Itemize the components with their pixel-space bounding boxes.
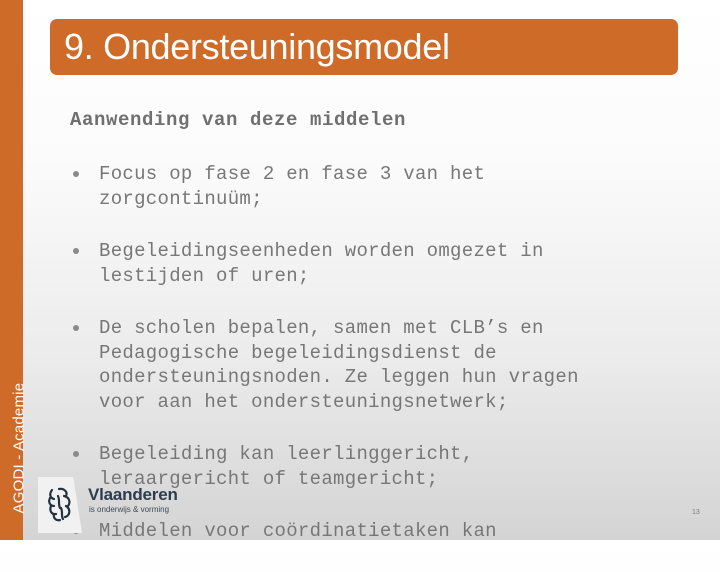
bullet-item: Focus op fase 2 en fase 3 van het zorgco… <box>70 162 710 211</box>
logo-tagline: is onderwijs & vorming <box>89 505 170 514</box>
logo-brand: Vlaanderen <box>88 485 178 504</box>
bullet-dot-icon <box>73 451 79 457</box>
side-label-text: AGODI - Academie <box>10 382 28 514</box>
title-bar: 9. Ondersteuningsmodel <box>50 19 678 75</box>
bullet-text: De scholen bepalen, samen met CLB’s en P… <box>99 317 579 413</box>
bullet-dot-icon <box>73 248 79 254</box>
page-number: 13 <box>692 509 700 516</box>
bullet-text: Begeleidingseenheden worden omgezet in l… <box>99 240 544 287</box>
flemish-lion-icon <box>48 487 71 522</box>
side-label: AGODI - Academie <box>0 0 28 540</box>
bullet-text: Focus op fase 2 en fase 3 van het zorgco… <box>99 163 486 210</box>
bullet-dot-icon <box>73 325 79 331</box>
slide-subheading: Aanwending van deze middelen <box>70 109 407 131</box>
bullet-item: De scholen bepalen, samen met CLB’s en P… <box>70 316 710 414</box>
slide-title: 9. Ondersteuningsmodel <box>64 26 450 67</box>
vlaanderen-logo: Vlaanderen is onderwijs & vorming <box>38 477 218 540</box>
bullet-item: Begeleidingseenheden worden omgezet in l… <box>70 239 710 288</box>
bullet-dot-icon <box>73 171 79 177</box>
